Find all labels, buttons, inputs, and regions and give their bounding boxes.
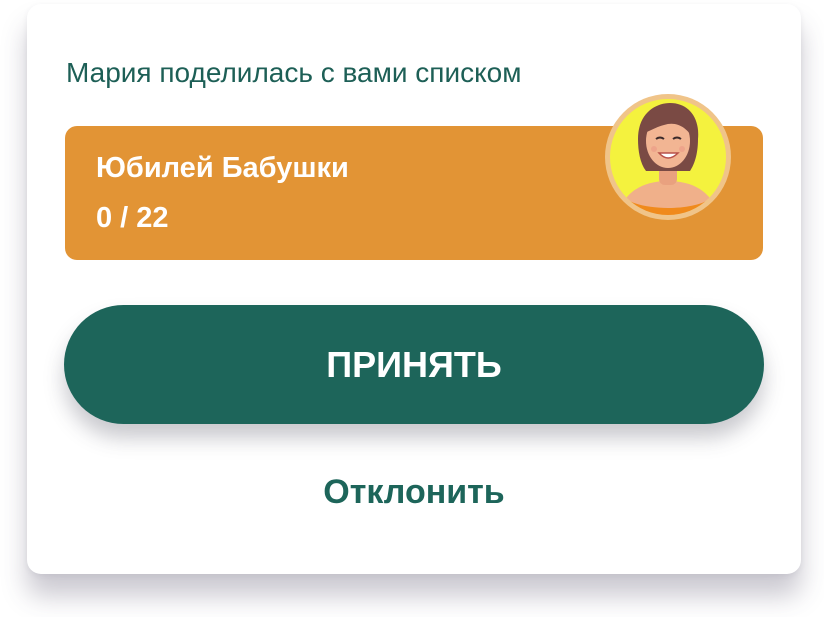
accept-button[interactable]: ПРИНЯТЬ (64, 305, 764, 424)
share-invite-screen: Мария поделилась с вами списком Юбилей Б… (0, 0, 824, 617)
decline-button[interactable]: Отклонить (64, 470, 764, 514)
woman-avatar-icon (605, 94, 731, 220)
list-progress: 0 / 22 (96, 202, 169, 234)
invite-message: Мария поделилась с вами списком (66, 57, 522, 88)
avatar (604, 93, 732, 221)
list-title: Юбилей Бабушки (96, 152, 349, 184)
